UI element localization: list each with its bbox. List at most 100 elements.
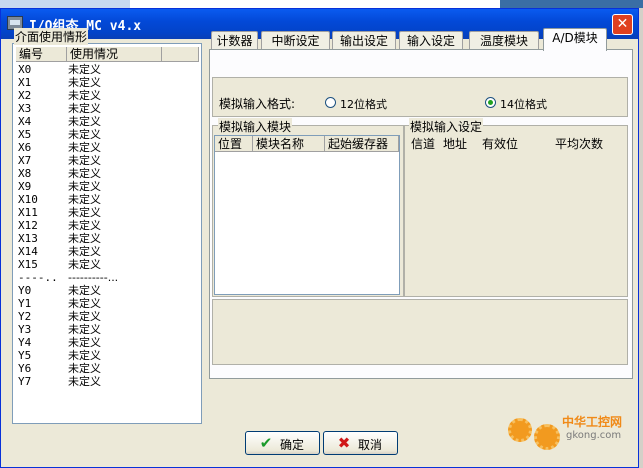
list-item[interactable]: Y7 未定义 bbox=[17, 375, 199, 388]
row-status: 未定义 bbox=[68, 180, 101, 193]
row-status: 未定义 bbox=[68, 206, 101, 219]
list-item[interactable]: X15 未定义 bbox=[17, 258, 199, 271]
row-id: X15 bbox=[18, 258, 38, 271]
tab-ad-module[interactable]: A/D模块 bbox=[543, 28, 607, 51]
row-status: 未定义 bbox=[68, 362, 101, 375]
row-id: X10 bbox=[18, 193, 38, 206]
row-status: 未定义 bbox=[68, 310, 101, 323]
list-item[interactable]: Y3 未定义 bbox=[17, 323, 199, 336]
row-id: X5 bbox=[18, 128, 32, 141]
row-id: Y6 bbox=[18, 362, 32, 375]
radio-12bit[interactable] bbox=[325, 97, 336, 108]
list-item[interactable]: X13 未定义 bbox=[17, 232, 199, 245]
list-item[interactable]: X9 未定义 bbox=[17, 180, 199, 193]
radio-12bit-label[interactable]: 12位格式 bbox=[340, 96, 387, 112]
usage-group-title: 介面使用情形 bbox=[14, 28, 89, 45]
row-status: 未定义 bbox=[68, 323, 101, 336]
row-id: X8 bbox=[18, 167, 32, 180]
row-status: 未定义 bbox=[68, 102, 101, 115]
row-status: 未定义 bbox=[68, 284, 101, 297]
row-status: 未定义 bbox=[68, 297, 101, 310]
list-item[interactable]: X14 未定义 bbox=[17, 245, 199, 258]
row-status: 未定义 bbox=[68, 258, 101, 271]
list-item[interactable]: X11 未定义 bbox=[17, 206, 199, 219]
row-id: Y5 bbox=[18, 349, 32, 362]
check-icon: ✔ bbox=[259, 434, 273, 452]
tab-output[interactable]: 输出设定 bbox=[332, 31, 396, 50]
list-item[interactable]: X5 未定义 bbox=[17, 128, 199, 141]
tab-interrupt[interactable]: 中断设定 bbox=[261, 31, 330, 50]
settings-column-channel: 信道 bbox=[411, 137, 436, 151]
row-id: X1 bbox=[18, 76, 32, 89]
row-status: 未定义 bbox=[68, 219, 101, 232]
row-id: X6 bbox=[18, 141, 32, 154]
row-id: X3 bbox=[18, 102, 32, 115]
row-id: X7 bbox=[18, 154, 32, 167]
column-header-status[interactable]: 使用情况 bbox=[67, 47, 162, 62]
tab-counter[interactable]: 计数器 bbox=[211, 31, 258, 50]
row-id: Y0 bbox=[18, 284, 32, 297]
detail-box bbox=[212, 299, 628, 365]
settings-column-valid-bits: 有效位 bbox=[482, 137, 519, 151]
row-status: 未定义 bbox=[68, 141, 101, 154]
row-status: 未定义 bbox=[68, 232, 101, 245]
list-item[interactable]: X6 未定义 bbox=[17, 141, 199, 154]
list-item[interactable]: X4 未定义 bbox=[17, 115, 199, 128]
row-id: Y3 bbox=[18, 323, 32, 336]
row-id: X13 bbox=[18, 232, 38, 245]
ok-button[interactable]: ✔ 确定 bbox=[245, 431, 320, 455]
radio-14bit[interactable] bbox=[485, 97, 496, 108]
settings-column-address: 地址 bbox=[443, 137, 468, 151]
tab-input[interactable]: 输入设定 bbox=[399, 31, 463, 50]
usage-list-header: 编号 使用情况 bbox=[16, 47, 199, 62]
row-id: Y1 bbox=[18, 297, 32, 310]
usage-group: 编号 使用情况 X0 未定义 X1 未定义 X2 未定义 X3 未定义 X4 未定义 X5 未定义 X6… bbox=[8, 28, 204, 426]
tab-strip: 计数器 中断设定 输出设定 输入设定 温度模块 A/D模块 bbox=[211, 28, 611, 51]
list-item[interactable]: X2 未定义 bbox=[17, 89, 199, 102]
list-item[interactable]: Y6 未定义 bbox=[17, 362, 199, 375]
list-item[interactable]: X8 未定义 bbox=[17, 167, 199, 180]
list-item[interactable]: X10 未定义 bbox=[17, 193, 199, 206]
module-list-header: 位置 模块名称 起始缓存器 bbox=[215, 136, 399, 152]
x-icon: ✖ bbox=[337, 434, 351, 452]
list-item[interactable]: X1 未定义 bbox=[17, 76, 199, 89]
list-item[interactable]: Y5 未定义 bbox=[17, 349, 199, 362]
column-header-module-name[interactable]: 模块名称 bbox=[253, 136, 325, 152]
row-status: 未定义 bbox=[68, 245, 101, 258]
gear-icon bbox=[534, 424, 560, 450]
row-id: Y2 bbox=[18, 310, 32, 323]
column-header-position[interactable]: 位置 bbox=[215, 136, 253, 152]
close-button[interactable]: ✕ bbox=[612, 14, 633, 35]
row-id: Y7 bbox=[18, 375, 32, 388]
row-id: X0 bbox=[18, 63, 32, 76]
cancel-button[interactable]: ✖ 取消 bbox=[323, 431, 398, 455]
list-item[interactable]: Y4 未定义 bbox=[17, 336, 199, 349]
row-status: 未定义 bbox=[68, 115, 101, 128]
usage-list[interactable]: 编号 使用情况 X0 未定义 X1 未定义 X2 未定义 X3 未定义 X4 未定义 X5 未定义 X6… bbox=[12, 43, 202, 424]
list-item[interactable]: X0 未定义 bbox=[17, 63, 199, 76]
column-header-start-register[interactable]: 起始缓存器 bbox=[325, 136, 399, 152]
module-list[interactable]: 位置 模块名称 起始缓存器 bbox=[214, 135, 400, 295]
list-item[interactable]: Y0 未定义 bbox=[17, 284, 199, 297]
radio-14bit-label[interactable]: 14位格式 bbox=[500, 96, 547, 112]
row-id: X11 bbox=[18, 206, 38, 219]
tab-temperature[interactable]: 温度模块 bbox=[469, 31, 539, 50]
usage-rows: X0 未定义 X1 未定义 X2 未定义 X3 未定义 X4 未定义 X5 未定义 X6 未定义 X7 未定义… bbox=[17, 63, 199, 388]
list-item[interactable]: X3 未定义 bbox=[17, 102, 199, 115]
gear-icon bbox=[508, 418, 532, 442]
row-id: Y4 bbox=[18, 336, 32, 349]
row-id: X9 bbox=[18, 180, 32, 193]
list-item[interactable]: ----.. ----------... bbox=[17, 271, 199, 284]
desktop-strip bbox=[0, 0, 643, 8]
format-label: 模拟输入格式: bbox=[219, 97, 296, 111]
list-item[interactable]: Y1 未定义 bbox=[17, 297, 199, 310]
row-status: 未定义 bbox=[68, 63, 101, 76]
settings-column-average-count: 平均次数 bbox=[555, 137, 604, 151]
column-header-id[interactable]: 编号 bbox=[16, 47, 67, 62]
list-item[interactable]: X12 未定义 bbox=[17, 219, 199, 232]
row-status: 未定义 bbox=[68, 154, 101, 167]
list-item[interactable]: X7 未定义 bbox=[17, 154, 199, 167]
row-status: 未定义 bbox=[68, 76, 101, 89]
list-item[interactable]: Y2 未定义 bbox=[17, 310, 199, 323]
row-id: X12 bbox=[18, 219, 38, 232]
